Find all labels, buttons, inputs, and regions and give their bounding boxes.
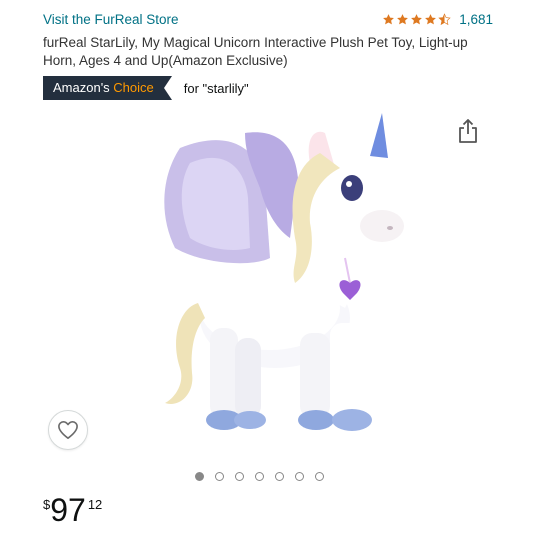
- product-image[interactable]: [120, 108, 420, 448]
- carousel-dot[interactable]: [215, 472, 224, 481]
- amazons-choice-badge: Amazon's Choice: [43, 76, 164, 100]
- carousel-dot-active[interactable]: [195, 472, 204, 481]
- carousel-dot[interactable]: [295, 472, 304, 481]
- price-symbol: $: [43, 497, 51, 512]
- rating[interactable]: 1,681: [382, 12, 493, 27]
- star-full-icon: [383, 14, 395, 25]
- amazons-choice-row: Amazon's Choice for "starlily": [43, 76, 249, 100]
- price-fraction: 12: [87, 497, 103, 512]
- badge-tail: [163, 76, 172, 100]
- star-full-icon: [411, 14, 423, 25]
- visit-store-link[interactable]: Visit the FurReal Store: [43, 12, 179, 27]
- price: $ 97 12: [43, 494, 102, 526]
- image-carousel-indicator[interactable]: [195, 472, 324, 481]
- badge-prefix: Amazon's: [53, 80, 110, 95]
- rating-count[interactable]: 1,681: [459, 12, 493, 27]
- product-title: furReal StarLily, My Magical Unicorn Int…: [43, 35, 468, 68]
- badge-query: for "starlily": [183, 80, 249, 96]
- carousel-dot[interactable]: [275, 472, 284, 481]
- badge-highlight: Choice: [113, 80, 154, 95]
- carousel-dot[interactable]: [235, 472, 244, 481]
- carousel-dot[interactable]: [315, 472, 324, 481]
- carousel-dot[interactable]: [255, 472, 264, 481]
- heart-icon: [58, 421, 78, 439]
- star-full-icon: [425, 14, 437, 25]
- star-full-icon: [397, 14, 409, 25]
- star-half-icon: [438, 13, 451, 26]
- star-rating: [382, 13, 451, 26]
- add-to-list-button[interactable]: [48, 410, 88, 450]
- share-icon[interactable]: [456, 118, 480, 144]
- price-whole: 97: [50, 492, 86, 528]
